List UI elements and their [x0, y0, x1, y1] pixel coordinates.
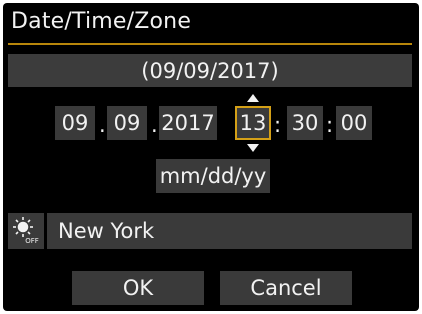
- day-field[interactable]: 09: [107, 106, 147, 140]
- title-divider: [8, 43, 412, 45]
- second-field[interactable]: 00: [336, 106, 372, 140]
- month-field[interactable]: 09: [55, 106, 95, 140]
- hour-field[interactable]: 13: [235, 106, 271, 140]
- camera-menu-screen: Date/Time/Zone (09/09/2017) 09 . 09 . 20…: [3, 3, 419, 311]
- page-title: Date/Time/Zone: [11, 9, 192, 34]
- decrement-arrow-icon[interactable]: [247, 144, 259, 152]
- date-format-field[interactable]: mm/dd/yy: [156, 159, 270, 193]
- dst-off-icon[interactable]: OFF: [8, 213, 44, 249]
- year-field[interactable]: 2017: [159, 106, 217, 140]
- ok-button[interactable]: OK: [72, 271, 204, 305]
- minute-field[interactable]: 30: [287, 106, 323, 140]
- svg-text:OFF: OFF: [25, 237, 39, 245]
- time-zone-row[interactable]: OFF New York: [8, 213, 412, 249]
- date-format-label: mm/dd/yy: [159, 164, 267, 188]
- date-separator: .: [151, 113, 158, 137]
- time-separator: :: [274, 113, 282, 137]
- increment-arrow-icon[interactable]: [247, 94, 259, 102]
- zone-name-field[interactable]: New York: [47, 213, 412, 249]
- date-preview: (09/09/2017): [8, 54, 412, 87]
- date-separator: .: [99, 113, 106, 137]
- time-separator: :: [326, 113, 334, 137]
- cancel-button[interactable]: Cancel: [220, 271, 352, 305]
